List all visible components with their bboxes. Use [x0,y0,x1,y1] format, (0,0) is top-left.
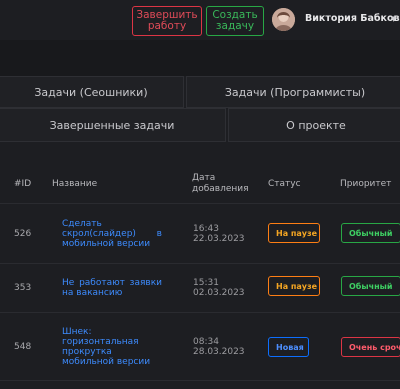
row-divider [0,380,400,381]
top-bar: Завершить работу Создать задачу Виктория… [0,0,400,40]
column-header-id[interactable]: #ID [14,179,31,190]
finish-work-button[interactable]: Завершить работу [132,6,202,36]
tasks-table: #ID Название Дата добавления Статус Прио… [0,142,400,389]
task-id: 353 [14,283,32,293]
header-spacer [0,40,400,76]
task-time: 15:31 [193,278,219,288]
task-date: 15:31 02.03.2023 [193,278,245,298]
column-header-name[interactable]: Название [52,179,97,190]
column-header-status[interactable]: Статус [268,179,301,190]
tab-programmer-tasks[interactable]: Задачи (Программисты) [186,76,400,108]
row-divider [0,203,400,204]
task-name-link[interactable]: Сделать скрол(слайдер) в мобильной верси… [62,219,162,249]
user-name[interactable]: Виктория Бабкова [305,13,400,24]
tab-label: Задачи (Сеошники) [34,85,148,99]
tab-about-project[interactable]: О проекте [228,108,400,142]
task-time: 16:43 [193,224,219,234]
priority-badge[interactable]: Обычный [341,276,400,296]
task-day: 22.03.2023 [193,234,245,244]
tab-seo-tasks[interactable]: Задачи (Сеошники) [0,76,184,108]
row-divider [0,263,400,264]
task-id: 526 [14,229,32,239]
column-header-date[interactable]: Дата добавления [192,173,252,195]
task-date: 16:43 22.03.2023 [193,224,245,244]
task-time: 08:34 [193,337,219,347]
priority-badge[interactable]: Очень срочно [341,337,400,357]
tab-completed-tasks[interactable]: Завершенные задачи [0,108,226,142]
column-header-priority[interactable]: Приоритет [340,179,391,190]
priority-badge[interactable]: Обычный [341,223,400,243]
status-badge[interactable]: На паузе [268,276,320,296]
tab-label: О проекте [286,118,346,132]
status-badge[interactable]: Новая [268,337,309,357]
task-name-link[interactable]: Шнек: горизонтальная прокрутка мобильной… [62,327,162,367]
chevron-down-icon[interactable]: ▼ [391,15,396,23]
task-day: 02.03.2023 [193,288,245,298]
tab-label: Завершенные задачи [49,118,175,132]
task-day: 28.03.2023 [193,347,245,357]
create-task-button[interactable]: Создать задачу [206,6,264,36]
row-divider [0,312,400,313]
tab-label: Задачи (Программисты) [224,85,366,99]
task-date: 08:34 28.03.2023 [193,337,245,357]
status-badge[interactable]: На паузе [268,223,320,243]
avatar[interactable] [272,8,295,31]
task-name-link[interactable]: Не работают заявки на вакансию [62,278,162,298]
task-id: 548 [14,342,32,352]
